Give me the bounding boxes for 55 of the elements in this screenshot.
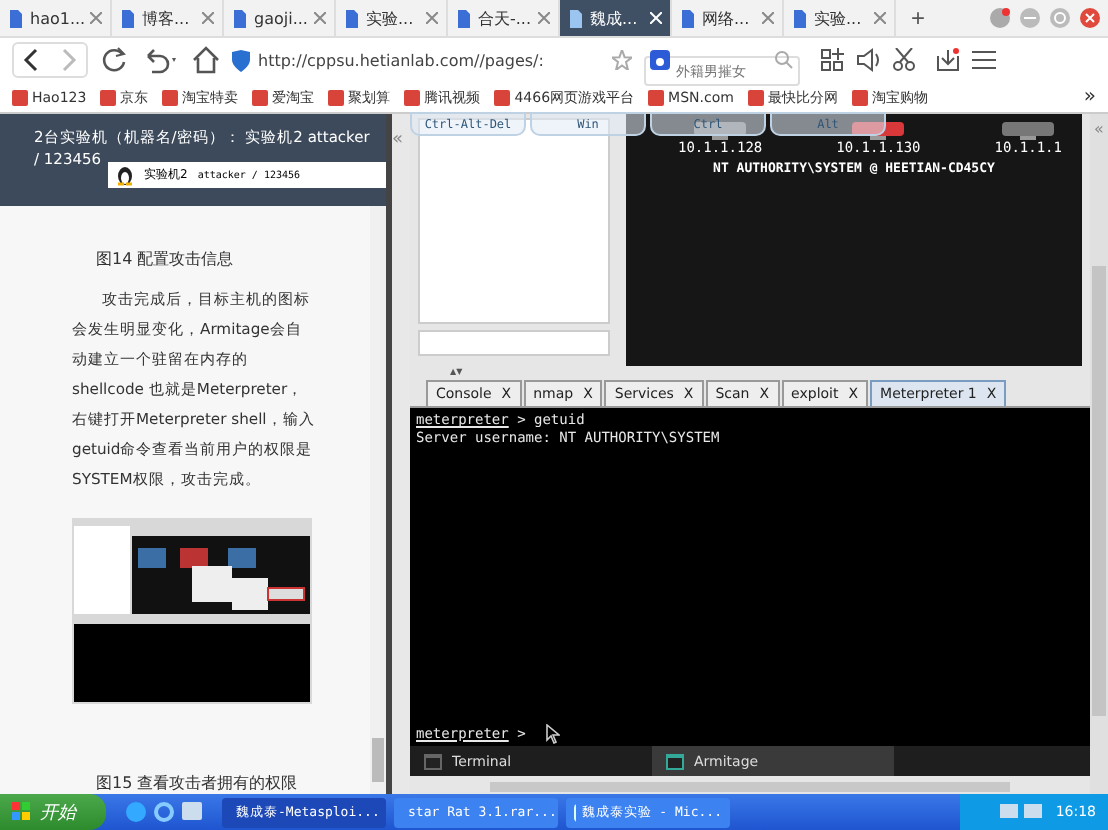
favicon-icon xyxy=(344,9,360,27)
shield-icon xyxy=(232,49,250,71)
host-computer-icon[interactable] xyxy=(694,122,747,140)
browser-tab[interactable]: 实验... xyxy=(336,0,448,36)
speaker-icon[interactable] xyxy=(856,48,880,72)
new-tab-button[interactable]: + xyxy=(896,0,940,36)
address-bar[interactable]: http://cppsu.hetianlab.com//pages/: xyxy=(232,44,632,76)
favicon-icon xyxy=(8,9,24,27)
download-icon[interactable] xyxy=(936,48,960,72)
figure-caption: 图14 配置攻击信息 xyxy=(94,248,236,270)
horizontal-scrollbar[interactable] xyxy=(490,782,1010,792)
browser-tab[interactable]: 实验... xyxy=(784,0,896,36)
favicon-icon xyxy=(680,9,696,27)
start-button[interactable]: 开始 xyxy=(0,794,106,830)
penguin-icon xyxy=(116,165,134,185)
favicon-icon xyxy=(232,9,248,27)
browser-tab[interactable]: hao1... xyxy=(0,0,112,36)
minimize-icon[interactable] xyxy=(1020,8,1040,28)
windows-logo-icon xyxy=(12,802,32,822)
filter-field[interactable] xyxy=(418,330,610,356)
favicon-icon xyxy=(120,9,136,27)
host-computer-icon[interactable] xyxy=(1002,122,1055,140)
window-icon xyxy=(424,753,442,769)
browser-tab[interactable]: gaoji... xyxy=(224,0,336,36)
maximize-icon[interactable] xyxy=(1050,8,1070,28)
bookmark-icon xyxy=(404,89,421,105)
more-bookmarks[interactable]: » xyxy=(1083,86,1096,108)
favicon-icon xyxy=(568,9,584,27)
host-computer-icon[interactable] xyxy=(852,122,905,140)
skin-icon[interactable] xyxy=(990,8,1010,28)
figure-caption: 图15 查看攻击者拥有的权限 xyxy=(94,772,300,794)
menu-icon[interactable] xyxy=(972,50,996,70)
close-icon[interactable] xyxy=(1080,8,1100,28)
apps-icon[interactable] xyxy=(820,48,844,72)
favicon-icon xyxy=(456,9,472,27)
browser-tab[interactable]: 网络... xyxy=(672,0,784,36)
bookmark-icon xyxy=(328,89,345,105)
star-icon[interactable] xyxy=(612,50,632,70)
home-icon[interactable] xyxy=(192,46,220,74)
bookmark-icon xyxy=(851,89,868,105)
favicon-icon xyxy=(792,9,808,27)
reload-icon[interactable] xyxy=(100,46,128,74)
bookmark-icon xyxy=(494,89,511,105)
search-icon[interactable] xyxy=(774,50,794,70)
bookmark-icon xyxy=(12,89,28,105)
window-icon xyxy=(666,753,684,769)
bookmark-icon xyxy=(252,89,269,105)
bookmark-icon xyxy=(100,89,117,105)
browser-tab[interactable]: 魏成... xyxy=(560,0,672,36)
bookmark-icon xyxy=(162,89,179,105)
browser-tab[interactable]: 博客... xyxy=(112,0,224,36)
bookmark-icon xyxy=(648,89,665,105)
bookmark-icon xyxy=(747,89,764,105)
network-icon[interactable] xyxy=(999,804,1044,820)
desktop-icon[interactable] xyxy=(182,802,202,822)
